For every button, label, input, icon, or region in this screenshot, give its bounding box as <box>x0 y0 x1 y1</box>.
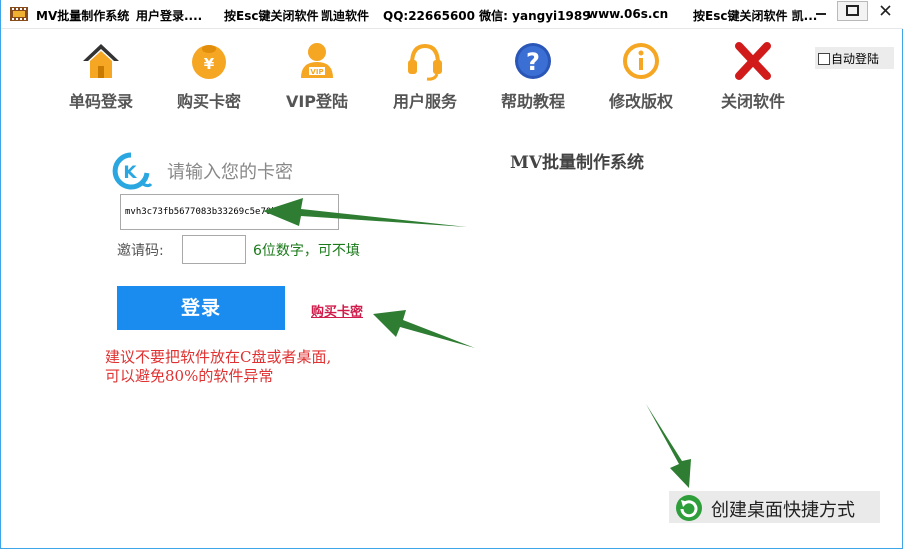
app-heading: MV批量制作系统 <box>510 153 645 173</box>
title-website: www.06s.cn <box>587 7 669 21</box>
title-contact: QQ:22665600 微信: yangyi1989 <box>383 9 591 23</box>
title-vendor: 凯迪软件 <box>321 9 370 23</box>
toolbar-single-login[interactable]: 单码登录 <box>55 40 147 111</box>
invite-code-hint: 6位数字，可不填 <box>253 243 360 259</box>
invite-code-input[interactable] <box>182 235 246 264</box>
title-esc-hint-repeat: 按Esc键关闭软件 凯... <box>693 9 818 23</box>
title-app-name: MV批量制作系统 <box>36 9 130 23</box>
k-logo-icon: K <box>112 152 152 190</box>
warning-line-1: 建议不要把软件放在C盘或者桌面, <box>105 348 332 366</box>
refresh-arrow-icon <box>676 495 702 521</box>
checkbox-box[interactable] <box>818 53 830 65</box>
arrow-to-shortcut <box>646 404 691 488</box>
maximize-button[interactable] <box>837 1 868 21</box>
title-esc-hint: 按Esc键关闭软件 <box>224 9 319 23</box>
close-button[interactable] <box>869 0 902 22</box>
title-bar[interactable]: MV批量制作系统 用户登录.... 按Esc键关闭软件 凯迪软件 QQ:2266… <box>1 0 903 29</box>
toolbar-user-service[interactable]: 用户服务 <box>379 40 471 111</box>
toolbar-label: 用户服务 <box>392 92 457 111</box>
help-icon: ? <box>515 43 551 79</box>
toolbar-label: 修改版权 <box>608 92 673 111</box>
auto-login-checkbox[interactable]: 自动登陆 <box>815 47 894 69</box>
warning-message: 建议不要把软件放在C盘或者桌面, 可以避免80%的软件异常 <box>105 348 331 386</box>
toolbar-label: 帮助教程 <box>500 92 565 111</box>
home-icon <box>83 44 119 78</box>
minimize-button[interactable] <box>806 0 836 22</box>
toolbar-buy-card[interactable]: ¥ 购买卡密 <box>163 40 255 111</box>
money-bag-icon: ¥ <box>192 45 226 79</box>
card-key-input[interactable]: mvh3c73fb5677083b33269c5e70ba3c <box>120 194 339 230</box>
svg-text:VIP: VIP <box>310 68 323 76</box>
invite-code-label: 邀请码: <box>117 243 164 259</box>
toolbar-vip-login[interactable]: VIP VIP登陆 <box>271 40 363 111</box>
minimize-icon <box>816 13 826 15</box>
close-icon <box>880 5 891 16</box>
close-x-icon <box>735 42 771 80</box>
buy-card-link[interactable]: 购买卡密 <box>311 301 363 320</box>
toolbar-label: 单码登录 <box>68 92 133 111</box>
toolbar-help[interactable]: ? 帮助教程 <box>487 40 579 111</box>
film-icon <box>10 7 28 21</box>
card-prompt: 请输入您的卡密 <box>167 162 293 183</box>
app-window: MV批量制作系统 用户登录.... 按Esc键关闭软件 凯迪软件 QQ:2266… <box>0 0 903 549</box>
auto-login-label: 自动登陆 <box>831 52 880 66</box>
toolbar-modify-copyright[interactable]: 修改版权 <box>595 40 687 111</box>
login-button[interactable]: 登录 <box>117 286 285 330</box>
title-user-status: 用户登录.... <box>136 9 203 23</box>
arrow-to-buy-link <box>373 310 475 348</box>
toolbar-close-software[interactable]: 关闭软件 <box>707 40 799 111</box>
headset-icon <box>408 43 442 81</box>
maximize-icon <box>846 5 859 16</box>
toolbar-label: VIP登陆 <box>285 92 349 111</box>
vip-user-icon: VIP <box>301 43 333 78</box>
info-icon <box>623 43 659 79</box>
toolbar-label: 关闭软件 <box>720 92 785 111</box>
create-shortcut-button[interactable]: 创建桌面快捷方式 <box>669 491 880 523</box>
create-shortcut-label: 创建桌面快捷方式 <box>711 500 855 521</box>
warning-line-2: 可以避免80%的软件异常 <box>105 367 274 385</box>
svg-text:?: ? <box>526 48 540 76</box>
toolbar-label: 购买卡密 <box>176 92 241 111</box>
svg-text:¥: ¥ <box>204 55 215 73</box>
svg-text:K: K <box>123 163 137 183</box>
